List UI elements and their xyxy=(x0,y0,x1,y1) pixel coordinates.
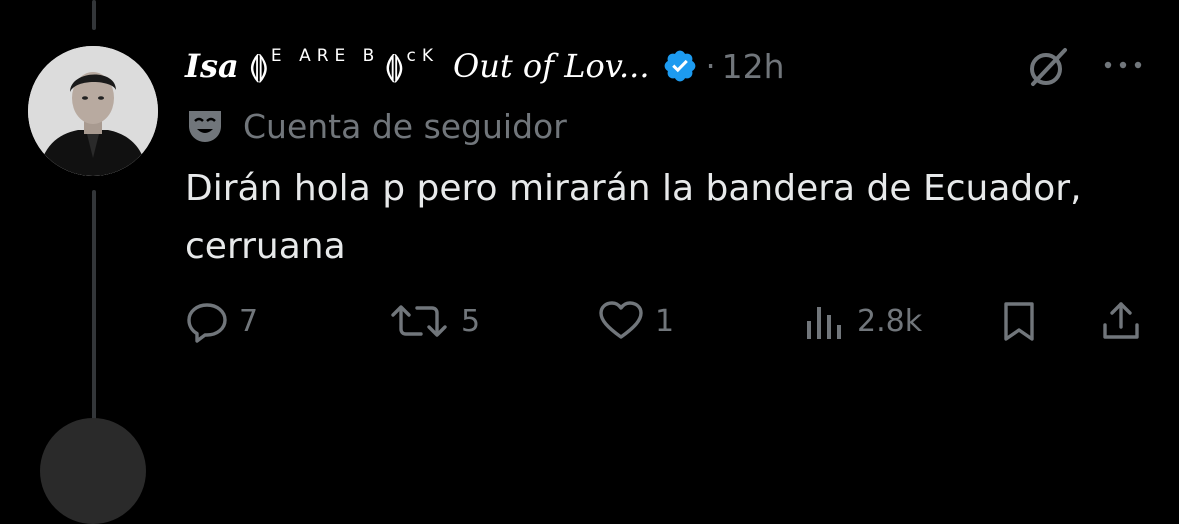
repost-count: 5 xyxy=(461,303,481,339)
next-reply-avatar[interactable] xyxy=(40,418,146,524)
like-button[interactable]: 1 xyxy=(597,296,674,346)
display-name-caps-2: cK xyxy=(406,46,440,66)
display-name-caps-1: E ARE B xyxy=(270,46,381,66)
reply-button[interactable]: 7 xyxy=(185,296,258,346)
like-count: 1 xyxy=(655,303,675,339)
display-name-deco-mid: ⟬⟭ xyxy=(384,48,404,84)
share-button[interactable] xyxy=(1099,296,1143,346)
thread-line-bottom xyxy=(92,190,96,427)
repost-button[interactable]: 5 xyxy=(387,296,480,346)
like-icon xyxy=(599,301,643,339)
share-icon xyxy=(1103,302,1139,339)
views-count: 2.8k xyxy=(857,303,923,339)
views-icon xyxy=(807,307,841,339)
verified-badge-icon xyxy=(664,50,695,82)
tweet-header: Isa ⟬⟭ E ARE B ⟬⟭ cK Out of Lov... · 12h xyxy=(185,38,1145,94)
bookmark-icon xyxy=(1004,302,1034,341)
grok-icon[interactable] xyxy=(1025,44,1071,90)
avatar[interactable] xyxy=(28,46,158,176)
display-name-deco-left: ⟬⟭ xyxy=(248,48,269,84)
header-separator: · xyxy=(705,47,716,85)
theater-mask-icon xyxy=(189,111,221,142)
bookmark-button[interactable] xyxy=(997,296,1041,346)
display-name-prefix[interactable]: Isa xyxy=(185,47,239,85)
repost-icon xyxy=(391,305,447,337)
more-options-icon[interactable] xyxy=(1100,50,1146,80)
thread-line-top xyxy=(92,0,96,30)
follower-account-label: Cuenta de seguidor xyxy=(243,106,567,146)
tweet-actions: 7 5 1 2.8k xyxy=(185,296,1155,346)
views-button[interactable]: 2.8k xyxy=(803,296,922,346)
tweet-text: Dirán hola p pero mirarán la bandera de … xyxy=(185,168,1082,267)
reply-icon xyxy=(187,303,227,343)
timestamp[interactable]: 12h xyxy=(722,47,785,86)
reply-count: 7 xyxy=(239,303,259,339)
follower-account-row: Cuenta de seguidor xyxy=(185,104,567,148)
display-name-tail[interactable]: Out of Lov... xyxy=(453,47,649,85)
